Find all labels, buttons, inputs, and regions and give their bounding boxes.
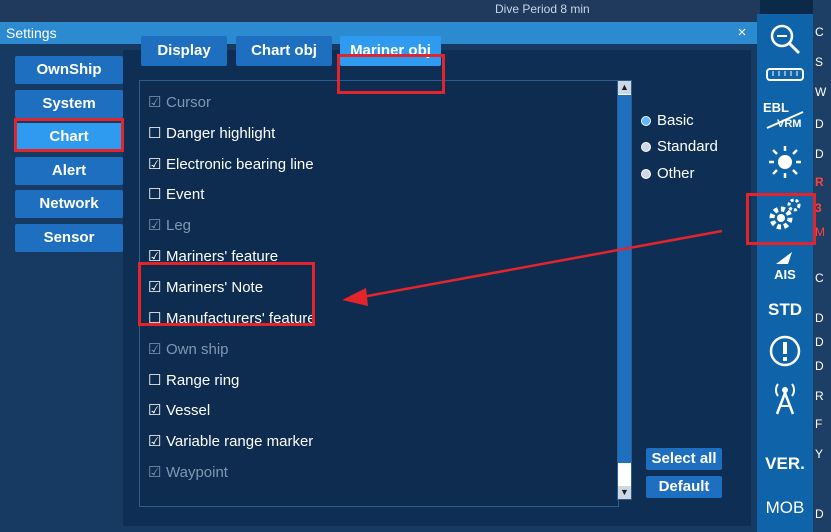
annotation-arrow-icon bbox=[342, 229, 723, 306]
